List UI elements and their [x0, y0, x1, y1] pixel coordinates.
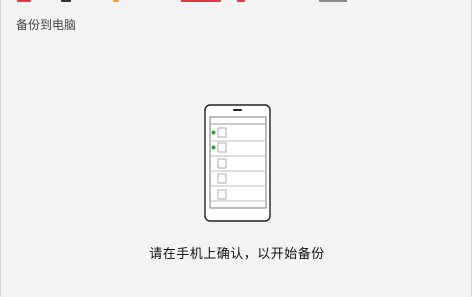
top-edge-fragment [17, 0, 31, 2]
confirm-on-phone-message: 请在手机上确认，以开始备份 [149, 247, 325, 262]
top-edge-fragment [113, 0, 119, 2]
window-title: 备份到电脑 [16, 18, 77, 32]
top-edge-fragment [237, 0, 245, 2]
phone-icon [204, 104, 271, 222]
backup-window: 备份到电脑 请在手机上确认，以开始备份 [0, 0, 472, 297]
top-edge-fragment [181, 0, 221, 2]
top-edge-strip [1, 0, 472, 3]
top-edge-fragment [319, 0, 347, 2]
top-edge-fragment [61, 0, 71, 2]
